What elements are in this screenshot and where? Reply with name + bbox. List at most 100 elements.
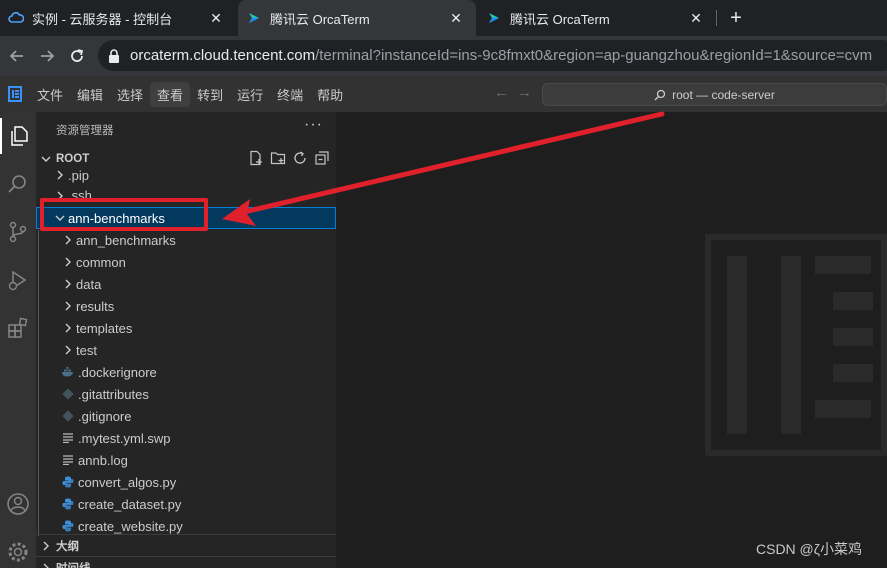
nav-forward-icon[interactable]: → (517, 84, 540, 101)
tree-item-create-dataset[interactable]: create_dataset.py (36, 493, 336, 515)
tab-separator (716, 10, 717, 26)
tree-item-label: create_dataset.py (78, 496, 182, 512)
tree-item-label: .gitignore (78, 408, 132, 424)
tree-item-mytest-swp[interactable]: .mytest.yml.swp (36, 427, 336, 449)
chevron-right-icon (38, 560, 54, 568)
vscode-watermark-logo (705, 234, 887, 461)
menu-edit[interactable]: 编辑 (70, 82, 110, 107)
text-file-icon (60, 452, 76, 468)
tree-item-label: create_website.py (78, 518, 183, 534)
python-icon (60, 518, 76, 534)
outline-section-header[interactable]: 大纲 (36, 534, 336, 556)
timeline-label: 时间线 (56, 560, 91, 568)
chevron-right-icon (60, 254, 76, 270)
git-icon (60, 386, 76, 402)
reload-icon[interactable] (62, 41, 92, 71)
browser-toolbar: orcaterm.cloud.tencent.com/terminal?inst… (0, 36, 887, 76)
chevron-right-icon (60, 342, 76, 358)
run-debug-icon[interactable] (0, 262, 36, 298)
gear-icon[interactable] (0, 534, 36, 568)
tree-item-label: templates (76, 320, 133, 336)
python-icon (60, 474, 76, 490)
command-center-label: root — code-server (672, 87, 775, 102)
tree-item-common[interactable]: common (36, 251, 336, 273)
extensions-icon[interactable] (0, 310, 36, 346)
forward-icon[interactable] (32, 41, 62, 71)
vscode-logo-icon[interactable] (0, 86, 30, 102)
csdn-watermark: CSDN @ζ小菜鸡 (756, 541, 862, 557)
tree-item-pip[interactable]: .pip (36, 164, 336, 186)
text-file-icon (60, 430, 76, 446)
tree-item-label: .mytest.yml.swp (78, 430, 171, 446)
orcaterm-logo-icon (246, 10, 262, 26)
menu-bar: 文件 编辑 选择 查看 转到 运行 终端 帮助 ←→ root — code-s… (0, 76, 887, 112)
browser-tab-orcaterm-2[interactable]: 腾讯云 OrcaTerm ✕ (478, 0, 716, 36)
back-icon[interactable] (2, 41, 32, 71)
close-icon[interactable]: ✕ (448, 10, 464, 27)
url-host: orcaterm.cloud.tencent.com (130, 47, 316, 64)
tab-title: 腾讯云 OrcaTerm (270, 11, 370, 27)
browser-tab-console[interactable]: 实例 - 云服务器 - 控制台 ✕ (0, 0, 236, 36)
menu-terminal[interactable]: 终端 (270, 82, 310, 107)
tree-item-label: results (76, 298, 115, 314)
tree-item-label: convert_algos.py (78, 474, 177, 490)
tree-item-ann-benchmarks-pkg[interactable]: ann_benchmarks (36, 229, 336, 251)
tree-item-label: .gitattributes (78, 386, 149, 402)
menu-go[interactable]: 转到 (190, 82, 230, 107)
browser-tab-strip: 实例 - 云服务器 - 控制台 ✕ 腾讯云 OrcaTerm ✕ 腾讯云 Orc… (0, 0, 887, 36)
chevron-right-icon (60, 276, 76, 292)
menu-run[interactable]: 运行 (230, 82, 270, 107)
cloud-icon (8, 10, 24, 26)
menu-selection[interactable]: 选择 (110, 82, 150, 107)
tree-item-data[interactable]: data (36, 273, 336, 295)
lock-icon (108, 48, 122, 63)
menu-help[interactable]: 帮助 (310, 82, 350, 107)
chevron-right-icon (60, 232, 76, 248)
tree-item-convert-algos[interactable]: convert_algos.py (36, 471, 336, 493)
tree-item-annb-log[interactable]: annb.log (36, 449, 336, 471)
tree-item-gitignore[interactable]: .gitignore (36, 405, 336, 427)
tree-item-dockerignore[interactable]: .dockerignore (36, 361, 336, 383)
tree-item-label: data (76, 276, 102, 292)
tree-item-label: annb.log (78, 452, 128, 468)
search-icon[interactable] (0, 166, 36, 202)
nav-back-icon[interactable]: ← (494, 84, 517, 101)
new-tab-button[interactable]: + (724, 6, 748, 30)
highlight-box (40, 198, 208, 231)
tree-item-results[interactable]: results (36, 295, 336, 317)
source-control-icon[interactable] (0, 214, 36, 250)
docker-icon (60, 364, 76, 380)
tree-item-test[interactable]: test (36, 339, 336, 361)
url-path: /terminal?instanceId=ins-9c8fmxt0&region… (315, 47, 873, 64)
tree-item-label: ann_benchmarks (76, 232, 176, 248)
git-icon (60, 408, 76, 424)
menu-file[interactable]: 文件 (30, 82, 70, 107)
tree-item-gitattributes[interactable]: .gitattributes (36, 383, 336, 405)
explorer-icon[interactable] (0, 118, 36, 154)
chevron-right-icon (60, 298, 76, 314)
explorer-title: 资源管理器 (56, 125, 114, 137)
account-icon[interactable] (0, 486, 36, 522)
chevron-right-icon (52, 167, 68, 183)
explorer-sidebar: 资源管理器 ··· ROOT .pip .ssh ann-benchmarks … (36, 112, 336, 568)
close-icon[interactable]: ✕ (208, 10, 224, 27)
python-icon (60, 496, 76, 512)
menu-view[interactable]: 查看 (150, 81, 191, 107)
orcaterm-logo-icon (486, 10, 502, 26)
address-bar[interactable]: orcaterm.cloud.tencent.com/terminal?inst… (98, 40, 887, 71)
tree-item-templates[interactable]: templates (36, 317, 336, 339)
close-icon[interactable]: ✕ (688, 10, 704, 27)
browser-tab-orcaterm[interactable]: 腾讯云 OrcaTerm ✕ (238, 0, 476, 36)
activity-bar (0, 112, 36, 568)
editor-area: CSDN @ζ小菜鸡 (336, 112, 887, 568)
search-icon (654, 89, 666, 101)
timeline-section-header[interactable]: 时间线 (36, 556, 336, 568)
more-actions-icon[interactable]: ··· (304, 116, 323, 134)
chevron-right-icon (60, 320, 76, 336)
tab-title: 腾讯云 OrcaTerm (510, 11, 610, 27)
tree-item-label: common (76, 254, 126, 270)
tree-item-label: .pip (68, 167, 89, 183)
tree-item-label: .dockerignore (78, 364, 157, 380)
tree-item-label: test (76, 342, 97, 358)
command-center[interactable]: root — code-server (542, 83, 887, 106)
